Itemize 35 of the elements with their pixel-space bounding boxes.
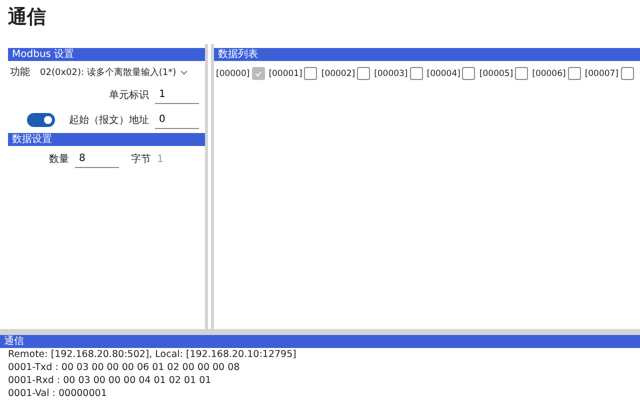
checkbox[interactable] bbox=[410, 67, 423, 80]
log-line: 0001-Txd : 00 03 00 00 00 06 01 02 00 00 00 08 bbox=[7, 361, 241, 374]
section-header: 通信 bbox=[0, 335, 640, 348]
section-header: Modbus 设置 bbox=[8, 48, 205, 61]
log-line: 0001-Val : 00000001 bbox=[7, 387, 108, 400]
checkbox[interactable] bbox=[252, 67, 265, 80]
log-line: 0001-Rxd : 00 03 00 00 00 04 01 02 01 01 bbox=[7, 374, 212, 387]
coil-label: [00000] bbox=[216, 68, 250, 78]
unit-id-label: 单元标识 bbox=[109, 88, 149, 102]
checkbox[interactable] bbox=[304, 67, 318, 80]
coil-label: [00007] bbox=[584, 68, 618, 78]
function-label: 功能 bbox=[9, 66, 30, 79]
coil-label: [00003] bbox=[374, 68, 408, 78]
page-title: 通信 bbox=[7, 5, 47, 30]
checkbox[interactable] bbox=[568, 67, 581, 80]
coil-label: [00001] bbox=[268, 68, 302, 78]
check-icon bbox=[254, 70, 262, 76]
checkbox[interactable] bbox=[462, 67, 476, 80]
checkbox[interactable] bbox=[515, 67, 528, 80]
section-header: 数据列表 bbox=[214, 48, 640, 61]
start-address-label: 起始（报文）地址 bbox=[69, 114, 149, 127]
section-header: 数据设置 bbox=[8, 133, 205, 146]
chevron-down-icon bbox=[180, 70, 188, 74]
checkbox[interactable] bbox=[620, 67, 634, 80]
coil-label: [00006] bbox=[532, 68, 566, 78]
function-dropdown[interactable]: 02(0x02): 读多个离散量输入(1*) bbox=[36, 62, 192, 82]
bytes-value: 1 bbox=[157, 154, 164, 164]
coil-label: [00004] bbox=[426, 68, 460, 78]
coil-label: [00005] bbox=[479, 68, 514, 78]
coil-label: [00002] bbox=[321, 68, 356, 78]
log-line: Remote: [192.168.20.80:502], Local: [192.168.20.10:12795] bbox=[7, 348, 298, 361]
checkbox[interactable] bbox=[357, 67, 370, 80]
toggle-switch[interactable] bbox=[27, 113, 55, 127]
count-label: 数量 bbox=[49, 153, 69, 166]
bytes-label: 字节 bbox=[131, 152, 151, 166]
